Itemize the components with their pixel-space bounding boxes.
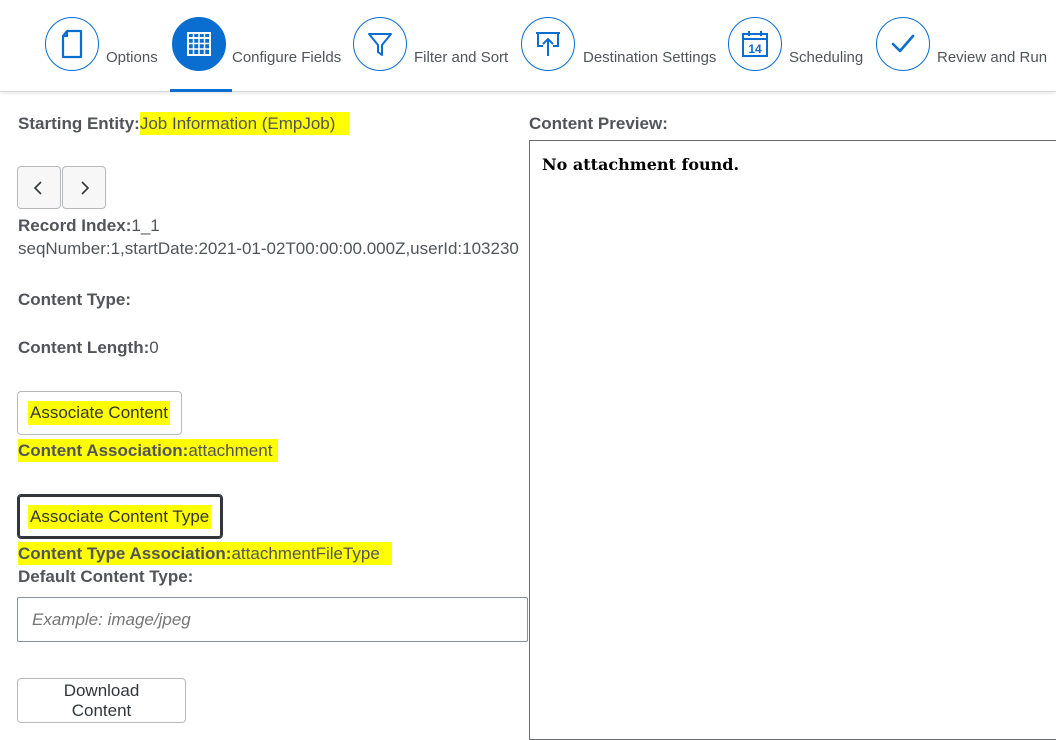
record-index-label: Record Index:: [18, 216, 132, 235]
content-type: Content Type:: [18, 290, 131, 310]
previous-record-button[interactable]: [17, 166, 61, 209]
download-content-button[interactable]: Download Content: [17, 678, 186, 723]
content-length-label: Content Length:: [18, 338, 150, 357]
active-step-indicator: [170, 89, 232, 92]
step-label: Configure Fields: [232, 49, 342, 66]
step-label: Options: [106, 49, 158, 66]
starting-entity: Starting Entity:Job Information (EmpJob): [18, 112, 350, 135]
filter-icon: [353, 17, 407, 71]
record-index-value: 1_1: [131, 216, 160, 235]
step-label: Filter and Sort: [414, 49, 509, 66]
default-content-type-label: Default Content Type:: [18, 567, 194, 586]
checkmark-icon: [876, 17, 930, 71]
associate-content-type-label: Associate Content Type: [28, 504, 212, 529]
default-content-type: Default Content Type:: [18, 567, 193, 587]
default-content-type-input[interactable]: [17, 597, 528, 642]
content-association-highlight: Content Association:attachment: [18, 439, 279, 462]
next-record-button[interactable]: [62, 166, 106, 209]
chevron-right-icon: [81, 180, 90, 195]
content-type-association-highlight: Content Type Association:attachmentFileT…: [18, 542, 392, 565]
associate-content-label: Associate Content: [28, 401, 170, 425]
content-length: Content Length:0: [18, 338, 159, 358]
content-preview-title: Content Preview:: [529, 114, 668, 133]
content-association-value: attachment: [188, 441, 273, 460]
starting-entity-value: Job Information (EmpJob): [139, 112, 350, 135]
step-label: Review and Run: [937, 49, 1048, 66]
calendar-icon: 14: [728, 17, 782, 71]
wizard-bar: Options Configure Fields Filter and Sort: [0, 0, 1056, 92]
download-content-label: Download Content: [63, 680, 140, 720]
calendar-day: 14: [748, 42, 762, 56]
step-label: Destination Settings: [583, 49, 717, 66]
chevron-left-icon: [33, 180, 42, 195]
record-key: seqNumber:1,startDate:2021-01-02T00:00:0…: [18, 239, 528, 259]
record-key-value: seqNumber:1,startDate:2021-01-02T00:00:0…: [18, 239, 519, 258]
grid-icon: [172, 17, 226, 71]
content-type-label: Content Type:: [18, 290, 132, 309]
record-index: Record Index:1_1: [18, 216, 160, 236]
content-type-association-label: Content Type Association:: [18, 544, 232, 563]
content-preview-pane: No attachment found.: [529, 140, 1056, 740]
document-icon: [45, 17, 99, 71]
content-association: Content Association:attachment: [18, 439, 279, 462]
content-length-value: 0: [149, 338, 159, 357]
step-label: Scheduling: [789, 49, 864, 66]
starting-entity-label: Starting Entity:: [18, 114, 140, 133]
content-type-association-value: attachmentFileType: [231, 544, 380, 563]
upload-icon: [521, 17, 575, 71]
associate-content-button[interactable]: Associate Content: [17, 391, 182, 435]
content-preview-message: No attachment found.: [542, 155, 740, 174]
associate-content-type-button[interactable]: Associate Content Type: [16, 493, 224, 540]
content-type-association: Content Type Association:attachmentFileT…: [18, 542, 392, 565]
content-association-label: Content Association:: [18, 441, 189, 460]
